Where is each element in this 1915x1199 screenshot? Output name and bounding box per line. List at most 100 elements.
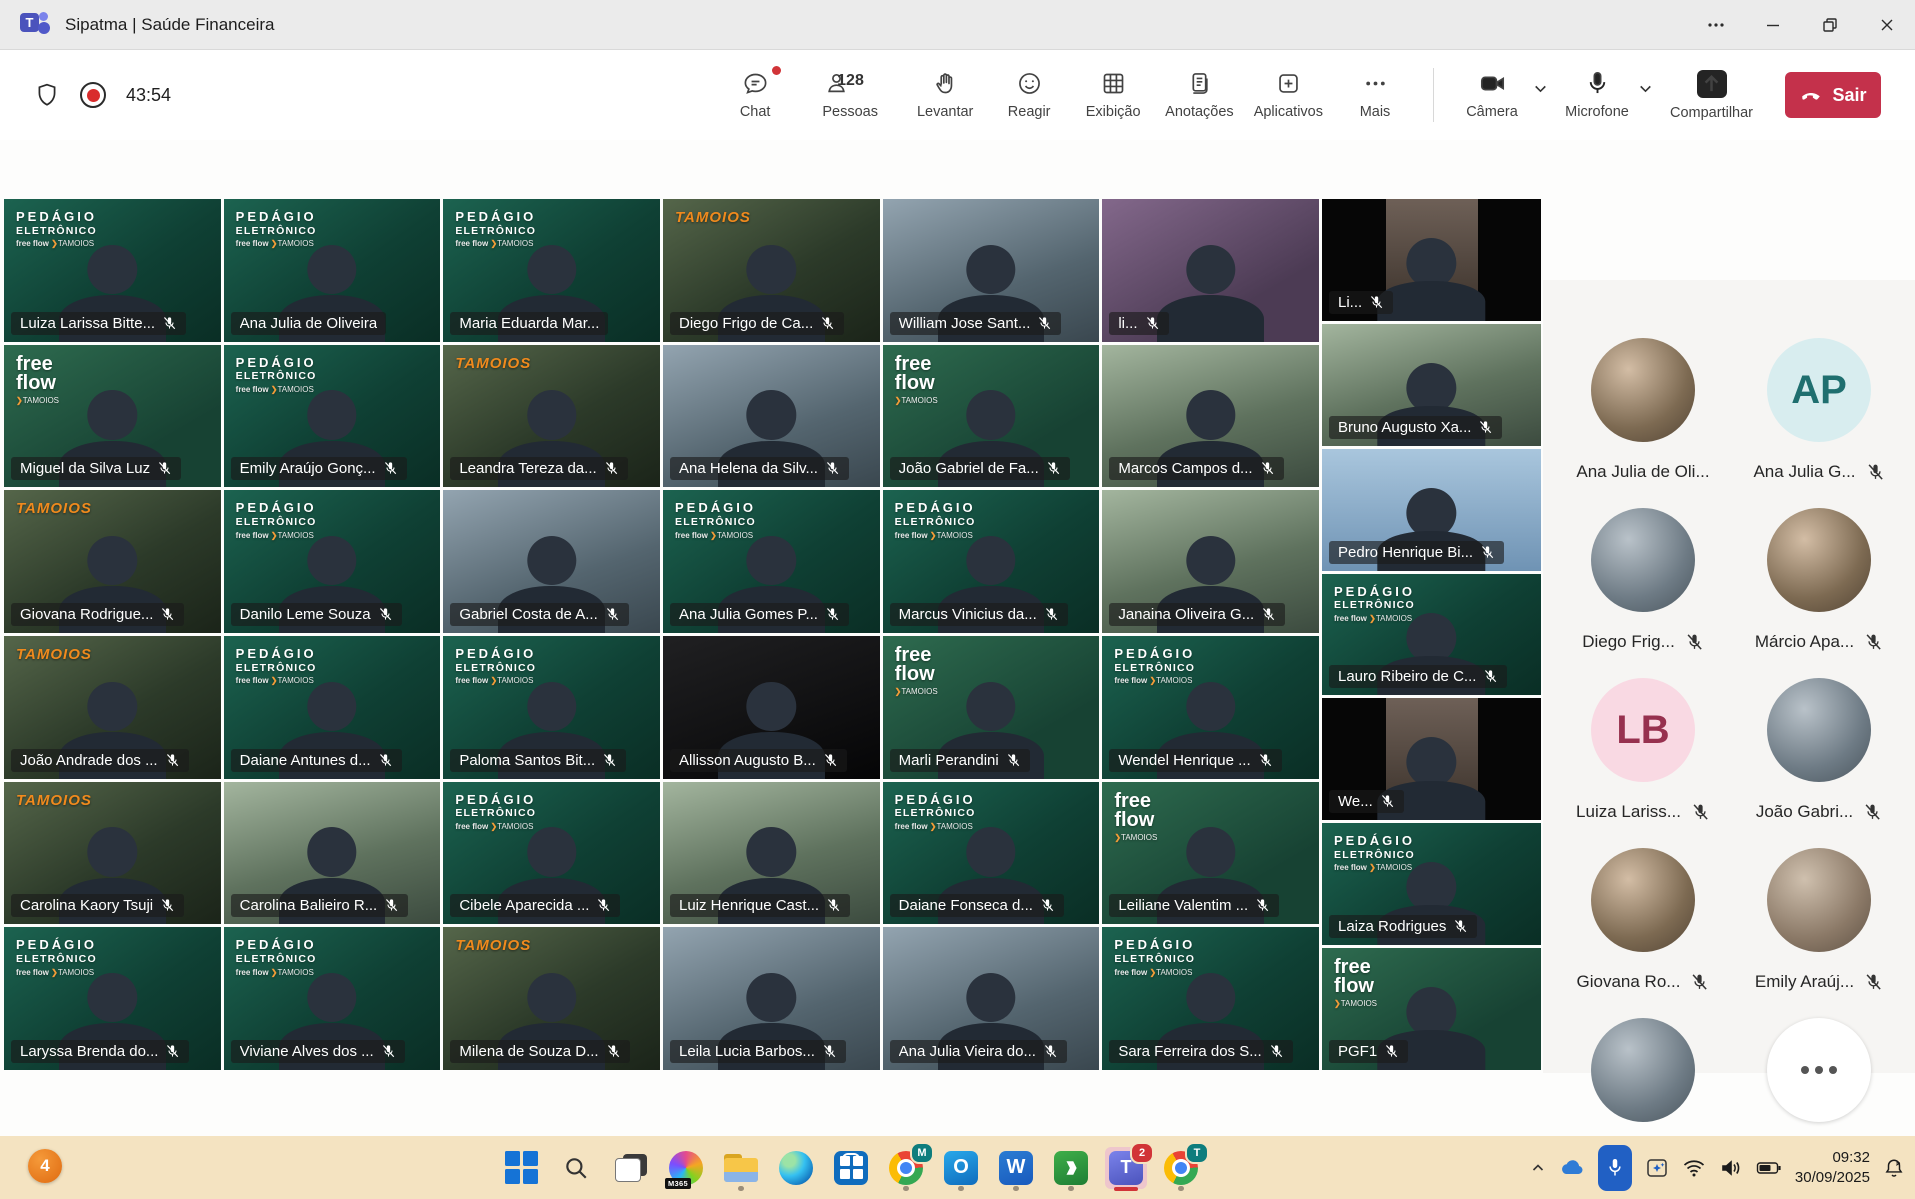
- wifi-icon[interactable]: [1682, 1158, 1706, 1178]
- window-title: Sipatma | Saúde Financeira: [65, 15, 274, 35]
- word-icon[interactable]: W: [995, 1147, 1037, 1189]
- participant-tile[interactable]: PEDÁGIOELETRÔNICO free flow ❯TAMOIOS Dan…: [224, 490, 441, 633]
- participant-tile[interactable]: William Jose Sant...: [883, 199, 1100, 342]
- apps-button[interactable]: Aplicativos: [1244, 64, 1333, 126]
- search-icon[interactable]: [555, 1147, 597, 1189]
- participant-tile[interactable]: PEDÁGIOELETRÔNICO free flow ❯TAMOIOS Wen…: [1102, 636, 1319, 779]
- participant-tile[interactable]: freeflow ❯TAMOIOS Miguel da Silva Luz: [4, 345, 221, 488]
- participant-tile[interactable]: Ana Julia Vieira do...: [883, 927, 1100, 1070]
- file-explorer-icon[interactable]: [720, 1147, 762, 1189]
- participant-tile[interactable]: TAMOIOS Milena de Souza D...: [443, 927, 660, 1070]
- participant-tile[interactable]: freeflow ❯TAMOIOS Marli Perandini: [883, 636, 1100, 779]
- outlook-icon[interactable]: O: [940, 1147, 982, 1189]
- participant-name-label: Allisson Augusto B...: [670, 749, 847, 772]
- more-button[interactable]: Mais: [1333, 64, 1417, 126]
- participant-tile[interactable]: PEDÁGIOELETRÔNICO free flow ❯TAMOIOS Lar…: [4, 927, 221, 1070]
- mic-muted-icon: [1384, 1044, 1399, 1059]
- mic-active-icon[interactable]: [1598, 1145, 1632, 1191]
- participant-tile[interactable]: freeflow ❯TAMOIOS PGF1: [1322, 948, 1541, 1070]
- volume-icon[interactable]: [1719, 1158, 1743, 1178]
- participant-tile[interactable]: PEDÁGIOELETRÔNICO free flow ❯TAMOIOS Viv…: [224, 927, 441, 1070]
- participant-tile[interactable]: PEDÁGIOELETRÔNICO free flow ❯TAMOIOS Emi…: [224, 345, 441, 488]
- titlebar-more-icon[interactable]: [1687, 0, 1744, 49]
- participant-tile[interactable]: Allisson Augusto B...: [663, 636, 880, 779]
- participant-tile[interactable]: PEDÁGIOELETRÔNICO free flow ❯TAMOIOS Cib…: [443, 782, 660, 925]
- participant-tile[interactable]: Bruno Augusto Xa...: [1322, 324, 1541, 446]
- minimize-button[interactable]: [1744, 0, 1801, 49]
- participant-tile[interactable]: PEDÁGIOELETRÔNICO free flow ❯TAMOIOS Dai…: [224, 636, 441, 779]
- participant-tile[interactable]: PEDÁGIOELETRÔNICO free flow ❯TAMOIOS Mar…: [883, 490, 1100, 633]
- participant-tile[interactable]: Ana Helena da Silv...: [663, 345, 880, 488]
- participant-tile[interactable]: TAMOIOS Leandra Tereza da...: [443, 345, 660, 488]
- microphone-button[interactable]: Microfone: [1555, 64, 1639, 126]
- sidebar-participant[interactable]: Giovana Ro...: [1555, 848, 1731, 992]
- sidebar-participant[interactable]: Diego Frig...: [1555, 508, 1731, 652]
- notification-bell-icon[interactable]: [1883, 1157, 1905, 1179]
- chrome-icon[interactable]: M: [885, 1147, 927, 1189]
- battery-icon[interactable]: [1756, 1160, 1782, 1176]
- avatar: [1591, 338, 1695, 442]
- camera-button[interactable]: Câmera: [1450, 64, 1534, 126]
- participant-tile[interactable]: PEDÁGIOELETRÔNICO free flow ❯TAMOIOS Lau…: [1322, 574, 1541, 696]
- participant-name-label: Ana Julia Vieira do...: [890, 1040, 1067, 1063]
- camera-dropdown-icon[interactable]: [1532, 80, 1549, 97]
- studio-effects-icon[interactable]: [1645, 1156, 1669, 1180]
- participant-tile[interactable]: PEDÁGIOELETRÔNICO free flow ❯TAMOIOS Sar…: [1102, 927, 1319, 1070]
- participant-tile[interactable]: Li...: [1322, 199, 1541, 321]
- edge-icon[interactable]: [775, 1147, 817, 1189]
- sidebar-participant[interactable]: LB Luiza Lariss...: [1555, 678, 1731, 822]
- participant-tile[interactable]: PEDÁGIOELETRÔNICO free flow ❯TAMOIOS Ana…: [663, 490, 880, 633]
- sidebar-participant[interactable]: João Gabri...: [1731, 678, 1907, 822]
- sidebar-participant[interactable]: Ana Julia de Oli...: [1555, 338, 1731, 482]
- view-button[interactable]: Exibição: [1071, 64, 1155, 126]
- participant-tile[interactable]: Janaina Oliveira G...: [1102, 490, 1319, 633]
- m365-copilot-icon[interactable]: M365: [665, 1147, 707, 1189]
- teams-icon[interactable]: T2: [1105, 1147, 1147, 1189]
- participant-tile[interactable]: PEDÁGIOELETRÔNICO free flow ❯TAMOIOS Lui…: [4, 199, 221, 342]
- participant-tile[interactable]: Gabriel Costa de A...: [443, 490, 660, 633]
- participant-tile[interactable]: TAMOIOS Carolina Kaory Tsuji: [4, 782, 221, 925]
- video-grid: PEDÁGIOELETRÔNICO free flow ❯TAMOIOS Lui…: [4, 199, 1541, 1070]
- people-button[interactable]: 128 Pessoas: [797, 64, 903, 126]
- onedrive-cloud-icon[interactable]: [1559, 1158, 1585, 1178]
- participant-tile[interactable]: Luiz Henrique Cast...: [663, 782, 880, 925]
- participant-tile[interactable]: PEDÁGIOELETRÔNICO free flow ❯TAMOIOS Mar…: [443, 199, 660, 342]
- participant-tile[interactable]: freeflow ❯TAMOIOS João Gabriel de Fa...: [883, 345, 1100, 488]
- chevron-up-icon[interactable]: [1530, 1160, 1546, 1176]
- participant-tile[interactable]: PEDÁGIOELETRÔNICO free flow ❯TAMOIOS Dai…: [883, 782, 1100, 925]
- raise-hand-button[interactable]: Levantar: [903, 64, 987, 126]
- sidebar-participant[interactable]: AP Ana Julia G...: [1731, 338, 1907, 482]
- react-button[interactable]: Reagir: [987, 64, 1071, 126]
- task-view-icon[interactable]: [610, 1147, 652, 1189]
- sidebar-participant[interactable]: Márcio Apa...: [1731, 508, 1907, 652]
- green-app-icon[interactable]: [1050, 1147, 1092, 1189]
- participant-tile[interactable]: Carolina Balieiro R...: [224, 782, 441, 925]
- share-button[interactable]: Compartilhar: [1660, 64, 1763, 127]
- close-button[interactable]: [1858, 0, 1915, 49]
- participant-tile[interactable]: TAMOIOS Diego Frigo de Ca...: [663, 199, 880, 342]
- microphone-dropdown-icon[interactable]: [1637, 80, 1654, 97]
- avatar: LB: [1591, 678, 1695, 782]
- participant-tile[interactable]: freeflow ❯TAMOIOS Leiliane Valentim ...: [1102, 782, 1319, 925]
- windows-start-icon[interactable]: [500, 1147, 542, 1189]
- taskbar-clock[interactable]: 09:32 30/09/2025: [1795, 1148, 1870, 1187]
- participant-tile[interactable]: Pedro Henrique Bi...: [1322, 449, 1541, 571]
- participant-tile[interactable]: We...: [1322, 698, 1541, 820]
- microsoft-store-icon[interactable]: [830, 1147, 872, 1189]
- participant-tile[interactable]: TAMOIOS Giovana Rodrigue...: [4, 490, 221, 633]
- participant-tile[interactable]: PEDÁGIOELETRÔNICO free flow ❯TAMOIOS Ana…: [224, 199, 441, 342]
- widgets-badge[interactable]: 4: [28, 1149, 62, 1183]
- participant-name-label: Luiza Larissa Bitte...: [11, 312, 186, 335]
- participant-tile[interactable]: PEDÁGIOELETRÔNICO free flow ❯TAMOIOS Pal…: [443, 636, 660, 779]
- leave-button[interactable]: Sair: [1785, 72, 1881, 118]
- participant-tile[interactable]: TAMOIOS João Andrade dos ...: [4, 636, 221, 779]
- participant-tile[interactable]: Leila Lucia Barbos...: [663, 927, 880, 1070]
- participant-tile[interactable]: PEDÁGIOELETRÔNICO free flow ❯TAMOIOS Lai…: [1322, 823, 1541, 945]
- sidebar-participant[interactable]: Emily Araúj...: [1731, 848, 1907, 992]
- chrome-icon[interactable]: T: [1160, 1147, 1202, 1189]
- participant-tile[interactable]: li...: [1102, 199, 1319, 342]
- chat-button[interactable]: Chat: [713, 64, 797, 126]
- annotations-button[interactable]: Anotações: [1155, 64, 1244, 126]
- participant-tile[interactable]: Marcos Campos d...: [1102, 345, 1319, 488]
- restore-button[interactable]: [1801, 0, 1858, 49]
